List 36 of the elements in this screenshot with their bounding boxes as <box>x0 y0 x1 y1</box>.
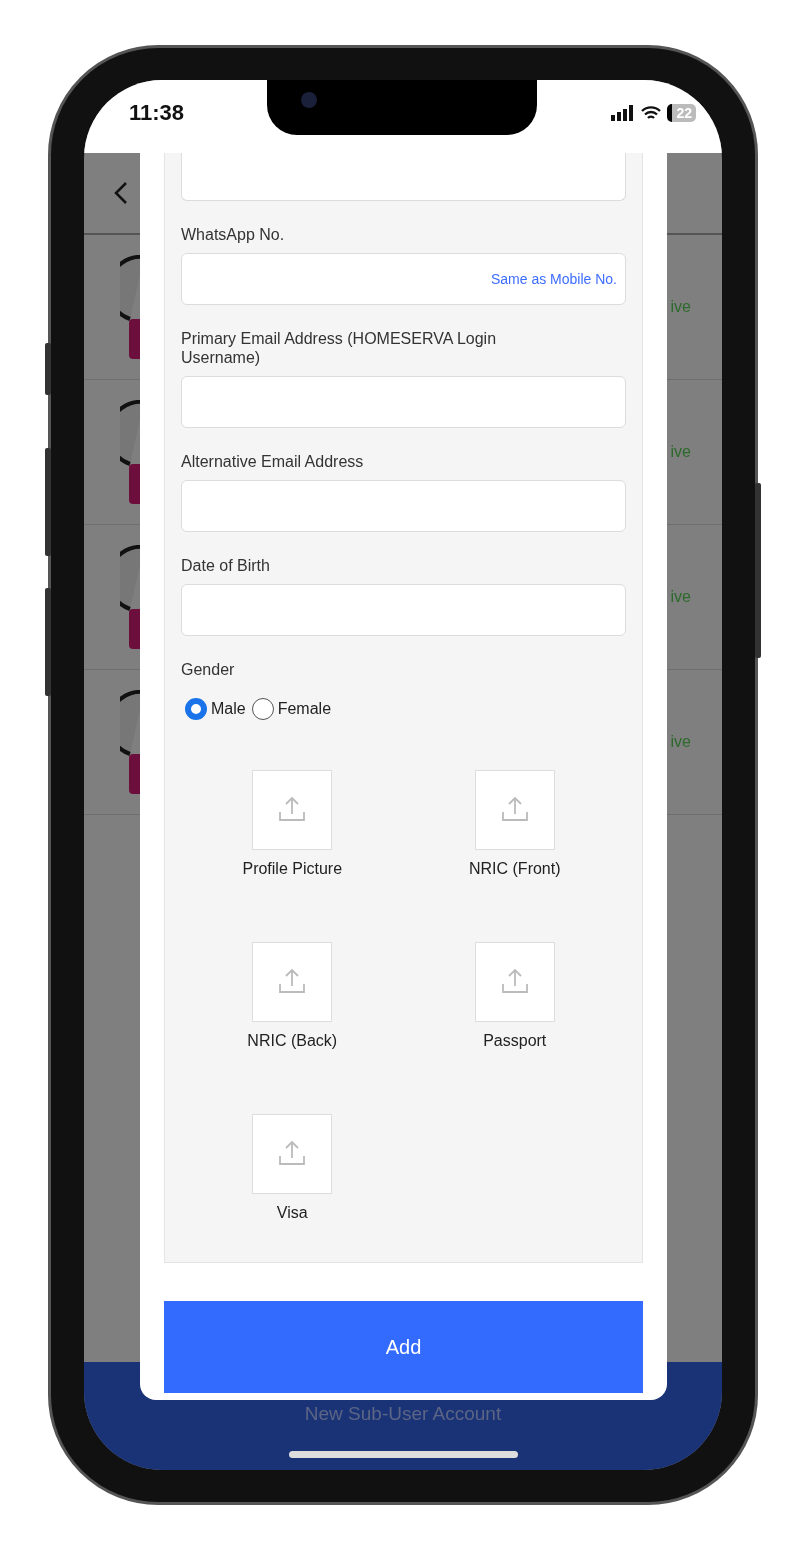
back-icon <box>114 181 128 205</box>
field-label: WhatsApp No. <box>181 225 286 244</box>
input-field[interactable] <box>181 584 626 636</box>
upload-label: NRIC (Front) <box>468 860 561 878</box>
upload-label: Passport <box>483 1032 547 1050</box>
upload-button[interactable] <box>252 770 333 850</box>
input-field[interactable]: Same as Mobile No. <box>181 253 626 305</box>
field-label: Gender <box>181 660 236 679</box>
upload-button[interactable] <box>252 942 333 1022</box>
signal-icon <box>611 104 636 121</box>
add-button[interactable]: Add <box>164 1301 643 1393</box>
upload-label: Visa <box>276 1204 308 1222</box>
camera-icon <box>301 92 317 108</box>
upload-button[interactable] <box>474 942 555 1022</box>
input-field[interactable] <box>181 376 626 428</box>
radio-button[interactable] <box>185 698 207 720</box>
field-label: Alternative Email Address <box>181 452 365 471</box>
radio-label: Male <box>211 700 246 718</box>
status-text: ive <box>670 733 691 751</box>
upload-button[interactable] <box>252 1114 333 1194</box>
upload-label: Profile Picture <box>242 860 343 878</box>
field-label: Date of Birth <box>181 556 271 575</box>
input-field[interactable] <box>181 480 626 532</box>
same-as-mobile-link[interactable]: Same as Mobile No. <box>490 271 617 287</box>
battery-level: 22 <box>667 103 696 122</box>
upload-label: NRIC (Back) <box>247 1032 338 1050</box>
radio-button[interactable] <box>251 698 274 720</box>
status-time: 11:38 <box>129 99 185 126</box>
radio-label: Female <box>277 700 332 718</box>
field-label: Primary Email Address (HOMESERVA Login Username) <box>181 329 498 367</box>
wifi-icon <box>641 104 662 121</box>
status-text: ive <box>670 298 691 316</box>
status-text: ive <box>670 443 691 461</box>
status-text: ive <box>670 588 691 606</box>
upload-button[interactable] <box>474 770 555 850</box>
input-field[interactable] <box>181 153 626 201</box>
